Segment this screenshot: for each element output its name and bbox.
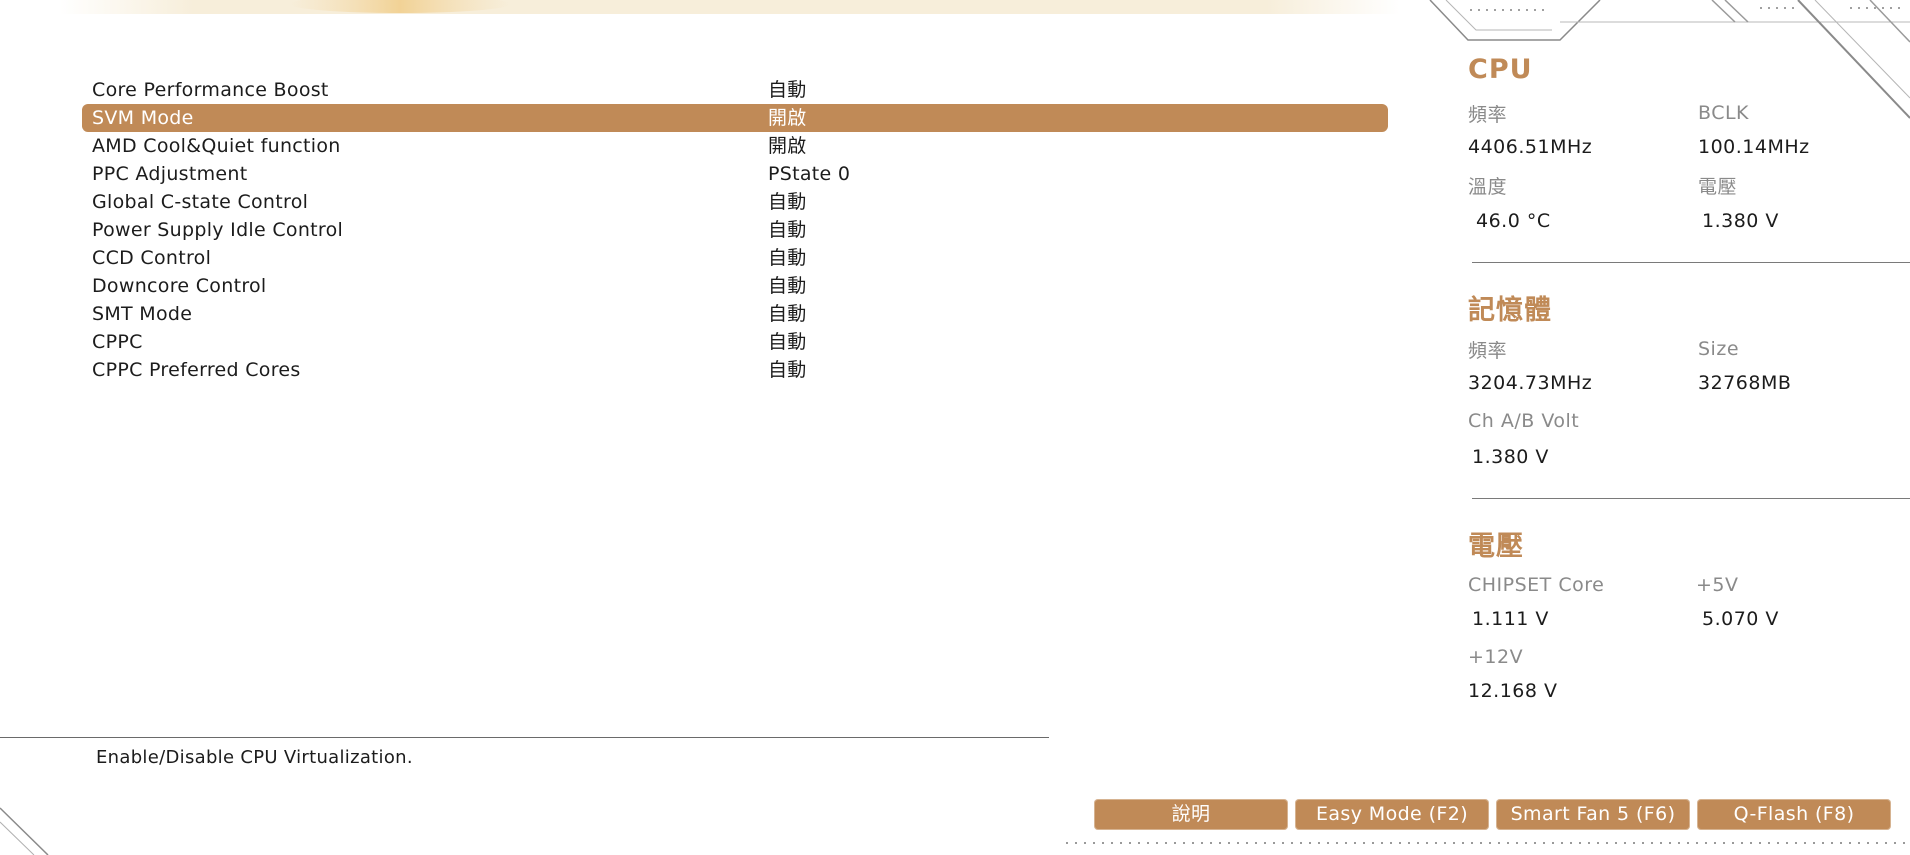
memory-size-label: Size [1698, 338, 1740, 360]
memory-size-value: 32768MB [1698, 372, 1792, 394]
memory-voltage-label: Ch A/B Volt [1468, 410, 1580, 432]
setting-row[interactable]: Global C-state Control 自動 [82, 188, 1388, 216]
setting-value[interactable]: 自動 [768, 272, 807, 300]
setting-label: PPC Adjustment [92, 163, 248, 185]
chipset-core-value: 1.111 V [1472, 608, 1549, 630]
plus12v-value: 12.168 V [1468, 680, 1558, 702]
memory-frequency-value: 3204.73MHz [1468, 372, 1593, 394]
plus5v-label: +5V [1696, 574, 1739, 596]
help-description: Enable/Disable CPU Virtualization. [96, 747, 413, 768]
qflash-button[interactable]: Q-Flash (F8) [1697, 799, 1891, 830]
setting-value[interactable]: 開啟 [768, 132, 807, 160]
setting-value[interactable]: 開啟 [768, 104, 807, 132]
bios-screen: Core Performance Boost 自動 SVM Mode 開啟 AMD Co… [0, 0, 1910, 855]
setting-row[interactable]: PPC Adjustment PState 0 [82, 160, 1388, 188]
cpu-section-title: CPU [1468, 54, 1533, 85]
chipset-core-label: CHIPSET Core [1468, 574, 1605, 596]
setting-label: Core Performance Boost [92, 79, 329, 101]
setting-label: SVM Mode [92, 107, 194, 129]
setting-value[interactable]: 自動 [768, 328, 807, 356]
setting-row[interactable]: CPPC 自動 [82, 328, 1388, 356]
cpu-divider [1472, 262, 1910, 263]
setting-row[interactable]: AMD Cool&Quiet function 開啟 [82, 132, 1388, 160]
setting-label: Global C-state Control [92, 191, 309, 213]
setting-label: AMD Cool&Quiet function [92, 135, 341, 157]
help-divider [0, 737, 1049, 738]
setting-label: SMT Mode [92, 303, 193, 325]
memory-voltage-value: 1.380 V [1472, 446, 1549, 468]
voltage-section-title: 電壓 [1468, 531, 1524, 562]
smart-fan-button[interactable]: Smart Fan 5 (F6) [1496, 799, 1690, 830]
setting-row[interactable]: SVM Mode 開啟 [82, 104, 1388, 132]
help-button[interactable]: 說明 [1094, 799, 1288, 830]
cpu-voltage-label: 電壓 [1698, 176, 1738, 198]
plus12v-label: +12V [1468, 646, 1524, 668]
cpu-frequency-value: 4406.51MHz [1468, 136, 1593, 158]
setting-row[interactable]: SMT Mode 自動 [82, 300, 1388, 328]
setting-label: CPPC [92, 331, 143, 353]
setting-row[interactable]: CPPC Preferred Cores 自動 [82, 356, 1388, 384]
cpu-voltage-value: 1.380 V [1702, 210, 1779, 232]
setting-label: Downcore Control [92, 275, 267, 297]
cpu-bclk-value: 100.14MHz [1698, 136, 1810, 158]
cpu-temperature-value: 46.0 °C [1476, 210, 1551, 232]
setting-row[interactable]: CCD Control 自動 [82, 244, 1388, 272]
setting-row[interactable]: Core Performance Boost 自動 [82, 76, 1388, 104]
settings-list: Core Performance Boost 自動 SVM Mode 開啟 AMD Co… [82, 76, 1388, 384]
setting-value[interactable]: 自動 [768, 76, 807, 104]
setting-value[interactable]: 自動 [768, 188, 807, 216]
setting-value[interactable]: 自動 [768, 300, 807, 328]
setting-label: CCD Control [92, 247, 212, 269]
setting-value[interactable]: PState 0 [768, 160, 850, 188]
setting-value[interactable]: 自動 [768, 356, 807, 384]
setting-value[interactable]: 自動 [768, 244, 807, 272]
setting-row[interactable]: Downcore Control 自動 [82, 272, 1388, 300]
memory-divider [1472, 498, 1910, 499]
memory-frequency-label: 頻率 [1468, 340, 1508, 362]
setting-label: Power Supply Idle Control [92, 219, 344, 241]
cpu-temperature-label: 溫度 [1468, 176, 1508, 198]
plus5v-value: 5.070 V [1702, 608, 1779, 630]
cpu-bclk-label: BCLK [1698, 102, 1750, 124]
setting-value[interactable]: 自動 [768, 216, 807, 244]
memory-section-title: 記憶體 [1468, 295, 1552, 326]
setting-row[interactable]: Power Supply Idle Control 自動 [82, 216, 1388, 244]
setting-label: CPPC Preferred Cores [92, 359, 301, 381]
easy-mode-button[interactable]: Easy Mode (F2) [1295, 799, 1489, 830]
cpu-frequency-label: 頻率 [1468, 104, 1508, 126]
hardware-info-panel: CPU 頻率 BCLK 4406.51MHz 100.14MHz 溫度 電壓 4… [1468, 0, 1910, 790]
